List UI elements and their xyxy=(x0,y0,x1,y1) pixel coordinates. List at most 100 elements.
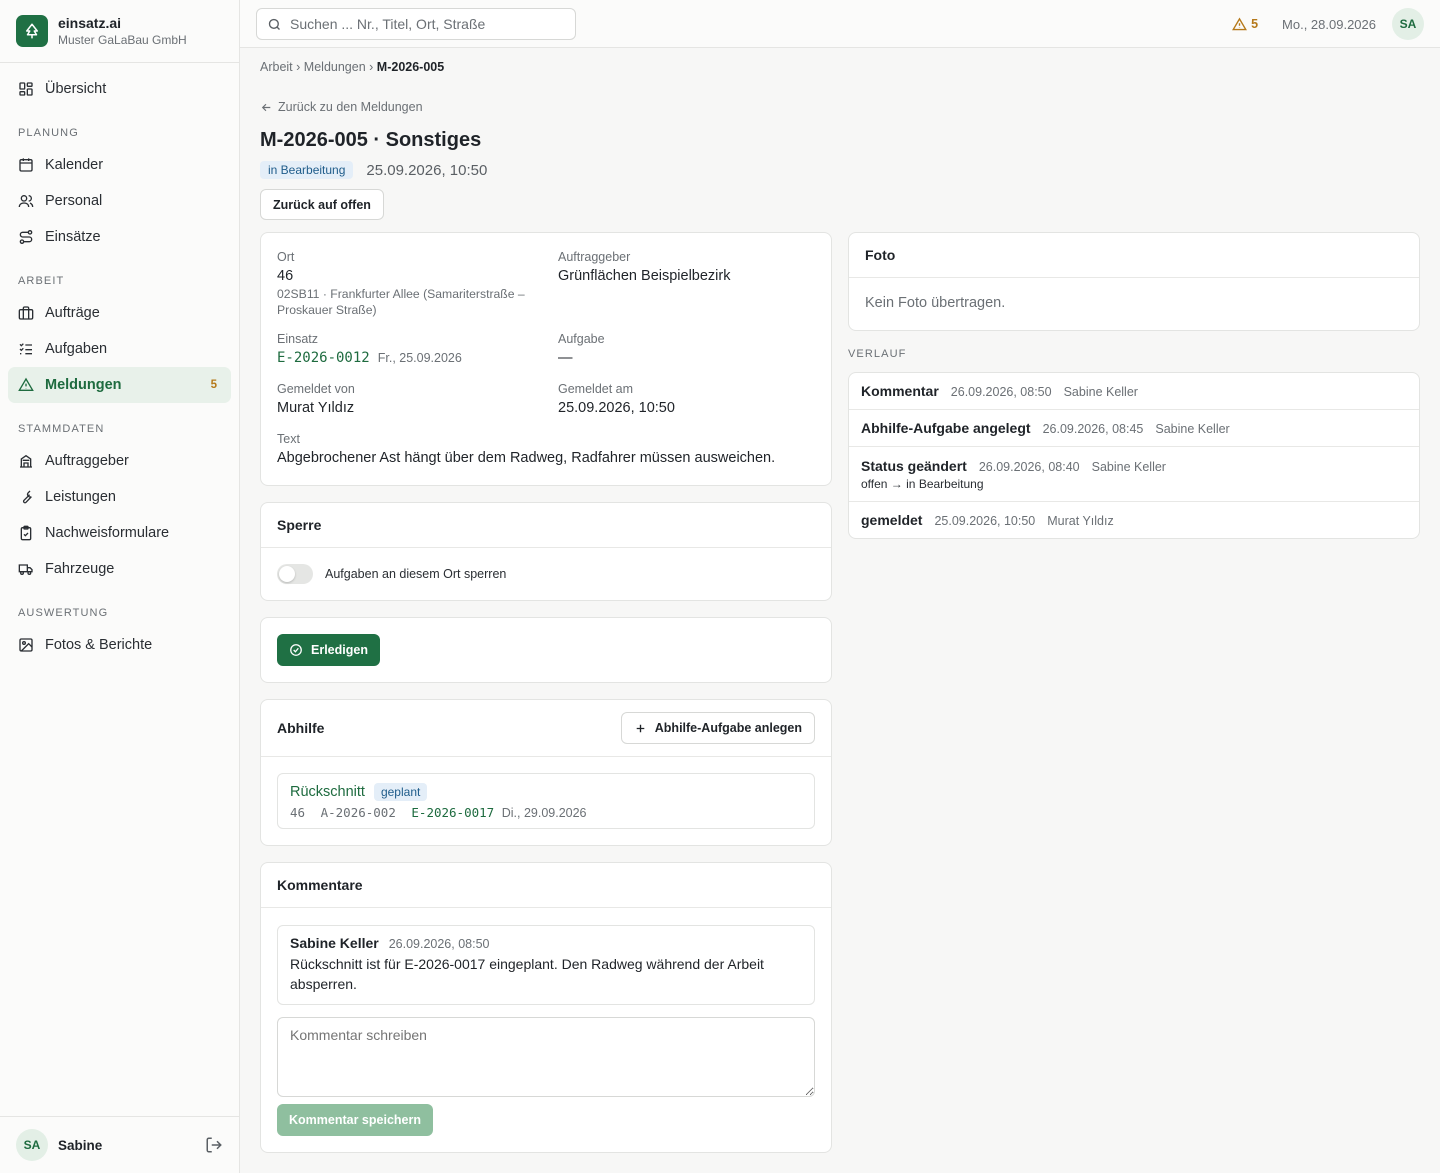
sidebar-item-label: Fotos & Berichte xyxy=(45,637,153,653)
abhilfe-item-date: Di., 29.09.2026 xyxy=(501,806,587,820)
comment-text: Rückschnitt ist für E-2026-0017 eingepla… xyxy=(290,956,764,992)
meldungen-count-badge: 5 xyxy=(210,379,217,391)
back-link-label: Zurück zu den Meldungen xyxy=(278,100,423,114)
save-comment-button[interactable]: Kommentar speichern xyxy=(277,1104,433,1136)
sidebar-item-leistungen[interactable]: Leistungen xyxy=(8,479,231,515)
wrench-icon xyxy=(22,490,32,504)
sidebar-item-kalender[interactable]: Kalender xyxy=(8,147,231,183)
abhilfe-item-status: geplant xyxy=(373,783,428,801)
route-icon xyxy=(19,230,33,244)
abhilfe-item-einsatz[interactable]: E-2026-0017 xyxy=(411,805,494,820)
warning-icon xyxy=(18,377,34,391)
grid-icon xyxy=(19,82,33,96)
sidebar-item-auftraege[interactable]: Aufträge xyxy=(8,295,231,331)
breadcrumb-meldungen[interactable]: Meldungen xyxy=(304,60,366,74)
sidebar-item-fahrzeuge[interactable]: Fahrzeuge xyxy=(8,551,231,587)
plus-icon xyxy=(636,724,645,732)
abhilfe-item[interactable]: Rückschnitt geplant 46 A-2026-002 E-2026… xyxy=(277,773,815,829)
history-user: Sabine Keller xyxy=(1091,459,1166,474)
brand[interactable]: einsatz.ai Muster GaLaBau GmbH xyxy=(0,0,239,63)
truck-icon xyxy=(18,564,33,575)
gemeldet-am-value: 25.09.2026, 10:50 xyxy=(558,400,675,416)
history-user: Murat Yıldız xyxy=(1047,514,1114,528)
history-user: Sabine Keller xyxy=(1063,385,1138,399)
erledigen-label: Erledigen xyxy=(311,643,368,657)
status-badge: in Bearbeitung xyxy=(260,161,354,179)
sidebar-item-personal[interactable]: Personal xyxy=(8,183,231,219)
back-link[interactable]: Zurück zu den Meldungen xyxy=(260,99,1420,115)
sidebar-item-einsaetze[interactable]: Einsätze xyxy=(8,219,231,255)
foto-title: Foto xyxy=(849,233,1419,278)
history-datetime: 25.09.2026, 10:50 xyxy=(934,514,1036,528)
sidebar-item-label: Nachweisformulare xyxy=(45,525,170,541)
ort-link[interactable]: 46 xyxy=(277,268,537,284)
sperre-card: Sperre Aufgaben an diesem Ort sperren xyxy=(260,502,832,601)
sidebar-item-nachweisformulare[interactable]: Nachweisformulare xyxy=(8,515,231,551)
foto-card: Foto Kein Foto übertragen. xyxy=(848,232,1420,331)
history-title: Kommentar xyxy=(861,383,939,399)
sidebar-item-label: Kalender xyxy=(45,157,104,173)
clipboard-check-icon xyxy=(20,525,32,541)
sidebar-item-meldungen[interactable]: Meldungen 5 xyxy=(8,367,231,403)
einsatz-date: Fr., 25.09.2026 xyxy=(377,351,462,365)
alerts-count: 5 xyxy=(1251,17,1259,31)
sidebar-item-label: Einsätze xyxy=(45,229,101,245)
gemeldet-von-value: Murat Yıldız xyxy=(277,400,355,416)
history-entry: Kommentar 26.09.2026, 08:50 Sabine Kelle… xyxy=(849,373,1419,410)
status-row: in Bearbeitung 25.09.2026, 10:50 xyxy=(260,160,1420,180)
sidebar-item-auftraggeber[interactable]: Auftraggeber xyxy=(8,443,231,479)
avatar[interactable]: SA xyxy=(16,1129,48,1161)
auftraggeber-label: Auftraggeber xyxy=(558,250,631,264)
sidebar-item-overview[interactable]: Übersicht xyxy=(8,71,231,107)
history-title: gemeldet xyxy=(861,512,923,528)
history-entry: gemeldet 25.09.2026, 10:50 Murat Yıldız xyxy=(849,502,1419,538)
comment-author: Sabine Keller xyxy=(290,935,379,951)
sidebar-item-label: Aufgaben xyxy=(45,341,108,357)
building-icon xyxy=(20,454,32,468)
sperre-title: Sperre xyxy=(261,503,831,548)
gemeldet-am-label: Gemeldet am xyxy=(558,382,634,396)
history-datetime: 26.09.2026, 08:50 xyxy=(950,385,1052,399)
history-entry: Abhilfe-Aufgabe angelegt 26.09.2026, 08:… xyxy=(849,410,1419,447)
status-datetime: 25.09.2026, 10:50 xyxy=(366,161,488,179)
sidebar-item-label: Leistungen xyxy=(45,489,116,505)
breadcrumb-arbeit[interactable]: Arbeit xyxy=(260,60,293,74)
auftraggeber-link[interactable]: Grünflächen Beispielbezirk xyxy=(558,268,818,284)
history-entry: Status geändert 26.09.2026, 08:40 Sabine… xyxy=(849,447,1419,502)
actions-card: Erledigen xyxy=(260,617,832,683)
breadcrumb-current: M-2026-005 xyxy=(376,60,445,74)
sidebar-item-fotos[interactable]: Fotos & Berichte xyxy=(8,627,231,663)
sidebar-item-label: Übersicht xyxy=(45,81,107,97)
abhilfe-item-auftrag: A-2026-002 xyxy=(320,805,396,820)
einsatz-link[interactable]: E-2026-0012 xyxy=(277,350,370,366)
sperre-toggle-label: Aufgaben an diesem Ort sperren xyxy=(325,567,507,581)
topbar: 5 Mo., 28.09.2026 SA xyxy=(240,0,1440,48)
avatar[interactable]: SA xyxy=(1392,8,1424,40)
topbar-right: 5 Mo., 28.09.2026 SA xyxy=(1232,8,1424,40)
comment-textarea[interactable] xyxy=(277,1017,815,1097)
calendar-icon xyxy=(19,158,33,172)
add-abhilfe-button[interactable]: Abhilfe-Aufgabe anlegen xyxy=(620,712,815,744)
brand-logo-icon xyxy=(16,15,48,47)
alerts-indicator[interactable]: 5 xyxy=(1232,17,1258,32)
gemeldet-von-label: Gemeldet von xyxy=(277,382,355,396)
logout-icon[interactable] xyxy=(205,1136,223,1157)
search-box[interactable] xyxy=(256,8,576,40)
erledigen-button[interactable]: Erledigen xyxy=(277,634,380,666)
sperre-toggle[interactable] xyxy=(277,564,313,584)
sidebar-item-aufgaben[interactable]: Aufgaben xyxy=(8,331,231,367)
current-date: Mo., 28.09.2026 xyxy=(1282,16,1376,32)
reopen-button[interactable]: Zurück auf offen xyxy=(260,189,384,220)
comment-item: Sabine Keller 26.09.2026, 08:50 Rückschn… xyxy=(277,925,815,1005)
history-datetime: 26.09.2026, 08:45 xyxy=(1042,422,1144,436)
history-user: Sabine Keller xyxy=(1155,422,1230,436)
abhilfe-item-title[interactable]: Rückschnitt xyxy=(290,784,365,800)
add-abhilfe-label: Abhilfe-Aufgabe anlegen xyxy=(654,721,802,735)
history-datetime: 26.09.2026, 08:40 xyxy=(978,459,1080,474)
gemeldet-am-field: Gemeldet am 25.09.2026, 10:50 xyxy=(558,382,675,416)
einsatz-label: Einsatz xyxy=(277,332,318,346)
main-content: Arbeit › Meldungen › M-2026-005 Zurück z… xyxy=(260,48,1420,220)
search-input[interactable] xyxy=(290,16,560,32)
breadcrumb: Arbeit › Meldungen › M-2026-005 xyxy=(260,60,1420,76)
warning-icon xyxy=(1232,17,1248,30)
